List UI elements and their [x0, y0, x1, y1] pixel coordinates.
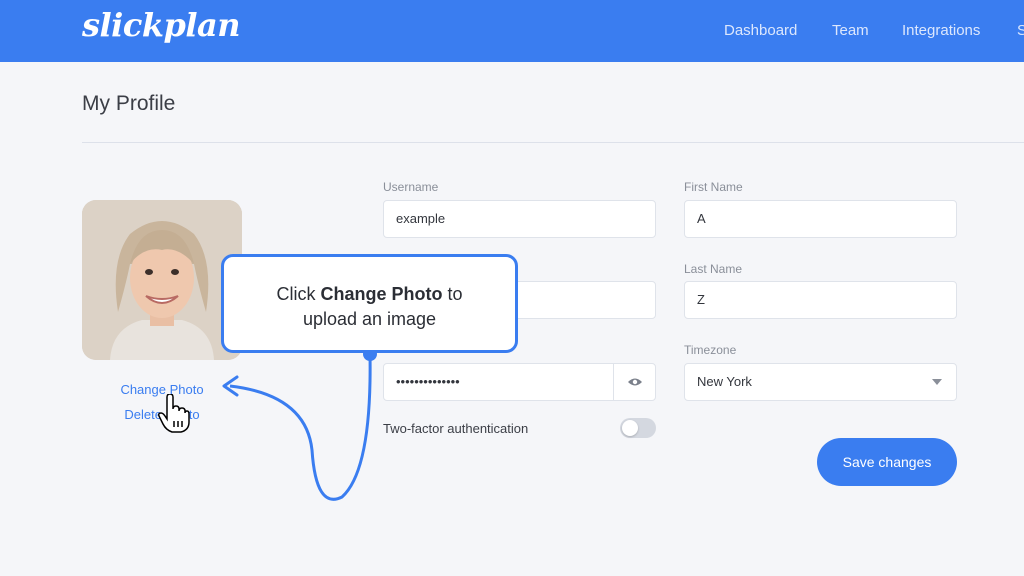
first-name-input[interactable]: A	[684, 200, 957, 238]
username-label: Username	[383, 180, 439, 194]
last-name-label: Last Name	[684, 262, 743, 276]
save-changes-button[interactable]: Save changes	[817, 438, 957, 486]
tutorial-callout: Click Change Photo to upload an image	[221, 254, 518, 353]
username-input[interactable]: example	[383, 200, 656, 238]
first-name-label: First Name	[684, 180, 743, 194]
change-photo-link[interactable]: Change Photo	[82, 382, 242, 397]
top-navigation-bar: slickplan Dashboard Team Integrations S	[0, 0, 1024, 62]
timezone-label: Timezone	[684, 343, 737, 357]
nav-team[interactable]: Team	[832, 22, 869, 39]
timezone-select[interactable]: New York	[684, 363, 957, 401]
page-title: My Profile	[82, 92, 176, 115]
nav-integrations[interactable]: Integrations	[902, 22, 980, 39]
slickplan-logo[interactable]: slickplan	[82, 6, 241, 44]
timezone-value: New York	[697, 374, 752, 389]
two-factor-label: Two-factor authentication	[383, 421, 529, 436]
callout-line2: upload an image	[302, 309, 437, 329]
nav-dashboard[interactable]: Dashboard	[724, 22, 797, 39]
profile-photo	[82, 200, 242, 360]
callout-prefix: Click	[276, 284, 321, 304]
callout-highlight: Change Photo	[320, 284, 443, 304]
nav-settings[interactable]: S	[1017, 22, 1024, 39]
divider	[82, 142, 1024, 143]
toggle-knob	[622, 420, 638, 436]
delete-photo-link[interactable]: Delete Photo	[82, 407, 242, 422]
callout-suffix: to	[442, 284, 463, 304]
two-factor-toggle[interactable]	[620, 418, 656, 438]
eye-icon	[628, 378, 642, 386]
dropdown-caret-icon	[932, 379, 942, 385]
show-password-button[interactable]	[613, 363, 656, 401]
last-name-input[interactable]: Z	[684, 281, 957, 319]
